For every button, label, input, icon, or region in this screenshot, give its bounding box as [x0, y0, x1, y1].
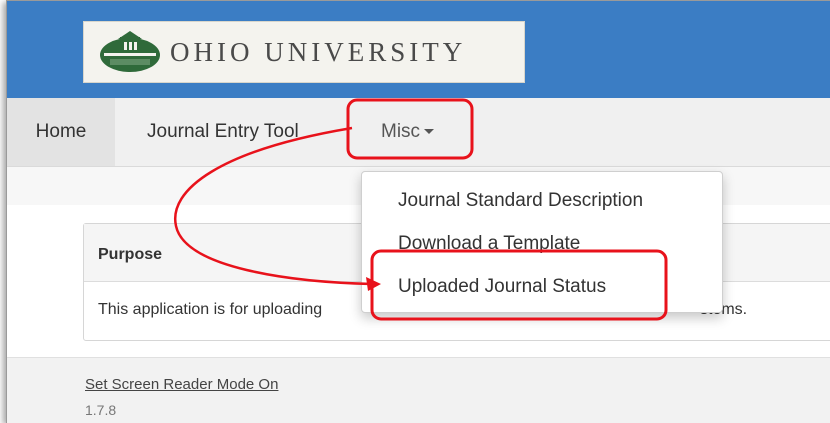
nav-home[interactable]: Home: [7, 98, 115, 166]
browser-page: OHIO UNIVERSITY Home Journal Entry Tool …: [6, 0, 830, 423]
main-navbar: Home Journal Entry Tool Misc: [7, 98, 830, 167]
menu-item-journal-standard-description[interactable]: Journal Standard Description: [398, 190, 643, 212]
menu-item-uploaded-journal-status[interactable]: Uploaded Journal Status: [398, 276, 606, 298]
nav-journal-entry-tool[interactable]: Journal Entry Tool: [147, 98, 299, 166]
footer: Set Screen Reader Mode On 1.7.8: [7, 357, 830, 423]
nav-misc-label: Misc: [381, 121, 421, 142]
university-logo[interactable]: OHIO UNIVERSITY: [83, 21, 525, 83]
misc-dropdown-menu: Journal Standard Description Download a …: [361, 171, 723, 313]
university-seal-icon: [100, 31, 160, 72]
nav-misc[interactable]: Misc: [381, 98, 435, 166]
logo-text: OHIO UNIVERSITY: [170, 36, 467, 67]
app-version: 1.7.8: [85, 402, 117, 418]
header-banner: OHIO UNIVERSITY: [7, 1, 830, 98]
menu-item-download-template[interactable]: Download a Template: [398, 233, 580, 255]
screen-reader-mode-link[interactable]: Set Screen Reader Mode On: [85, 376, 278, 393]
panel-body-text-left: This application is for uploading: [98, 301, 323, 318]
chevron-down-icon: [424, 129, 435, 135]
